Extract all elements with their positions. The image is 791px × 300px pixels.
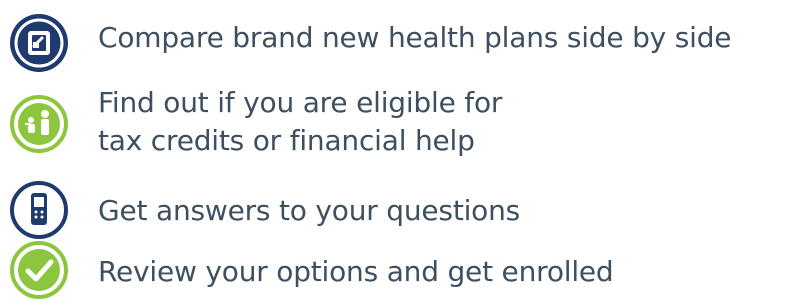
benefits-list: Compare brand new health plans side by s…	[0, 0, 791, 300]
compare-plans-icon	[8, 12, 70, 74]
benefit-label: Review your options and get enrolled	[98, 255, 614, 288]
checkmark-icon	[9, 240, 69, 300]
benefit-label-line-1: Find out if you are eligible for	[98, 86, 503, 119]
benefit-label: Get answers to your questions	[98, 194, 521, 227]
benefit-label-line-2: tax credits or financial help	[98, 124, 475, 157]
benefit-label: Compare brand new health plans side by s…	[98, 21, 732, 54]
phone-icon	[9, 180, 69, 240]
family-help-icon	[9, 94, 69, 154]
